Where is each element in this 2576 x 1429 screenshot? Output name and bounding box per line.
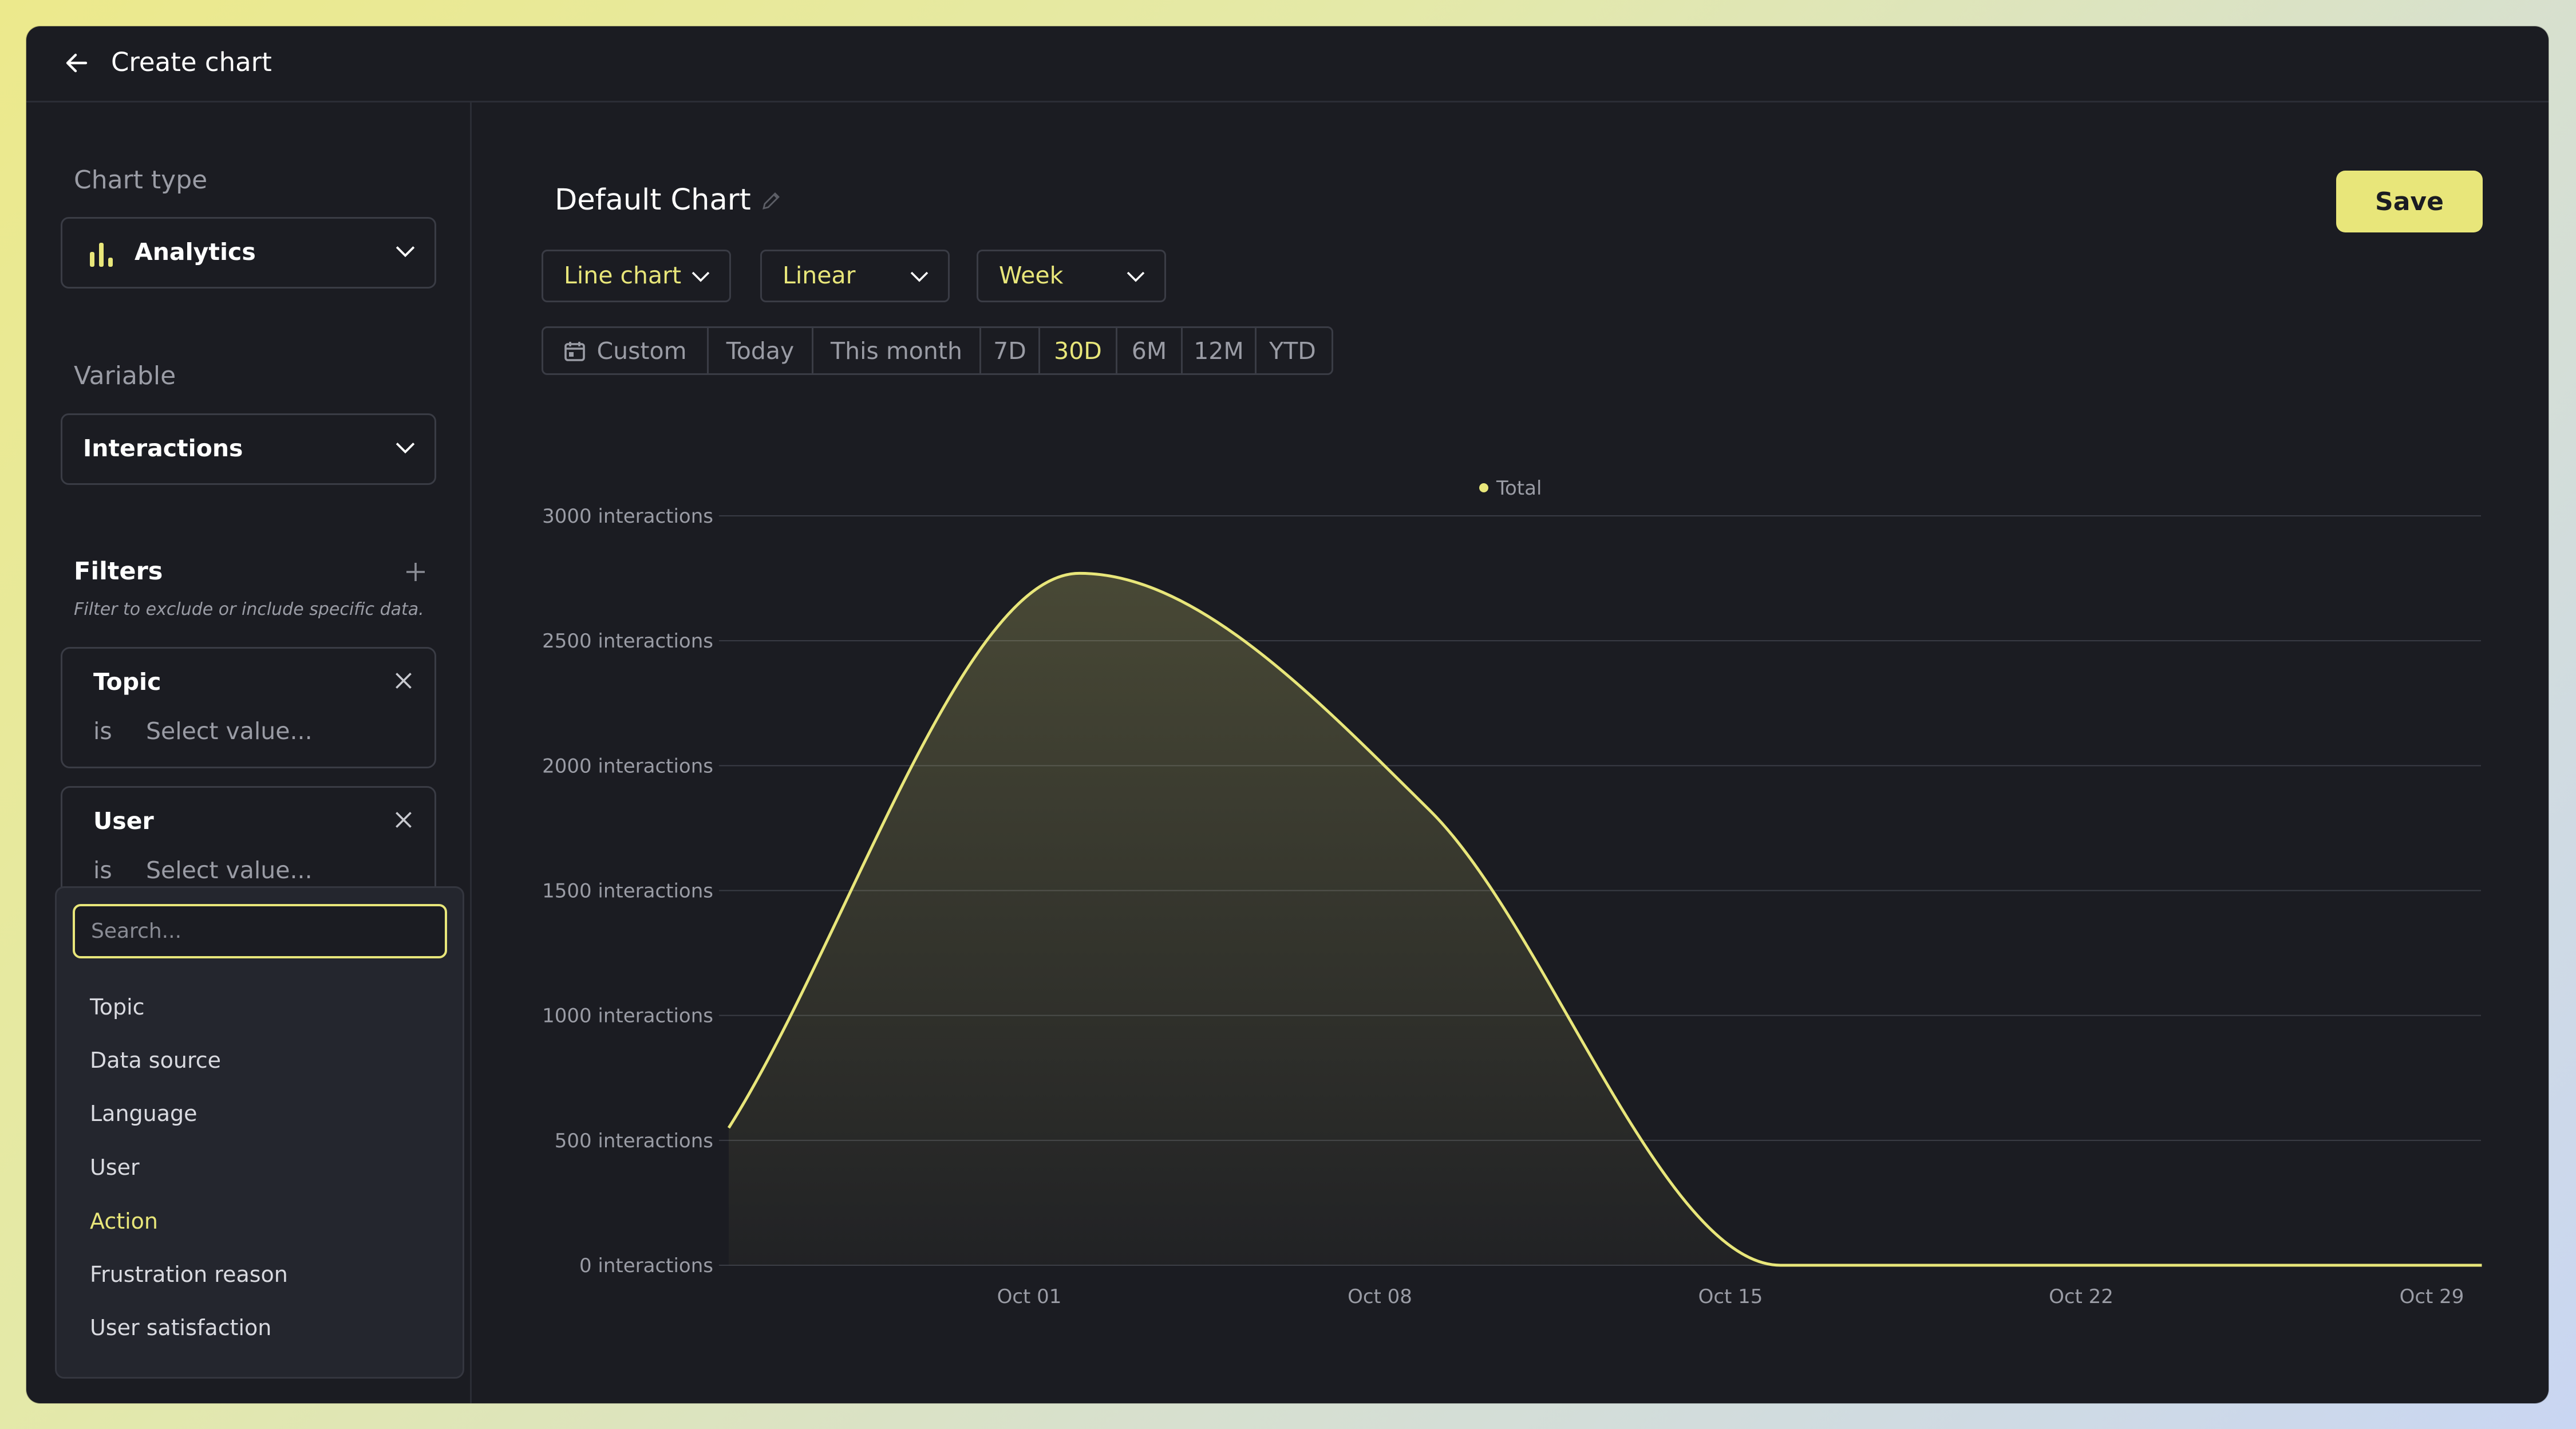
x-tick-label: Oct 15 [1698, 1285, 1763, 1308]
x-tick-label: Oct 29 [2400, 1285, 2464, 1308]
legend-label[interactable]: Total [1496, 477, 1542, 500]
y-tick-label: 500 interactions [555, 1130, 713, 1152]
app-window: Create chart Chart type Analytics Variab… [26, 26, 2549, 1403]
x-tick-label: Oct 08 [1348, 1285, 1412, 1308]
x-tick-label: Oct 01 [997, 1285, 1062, 1308]
y-tick-label: 2500 interactions [542, 630, 713, 653]
legend-dot [1479, 483, 1488, 492]
y-tick-label: 0 interactions [579, 1254, 713, 1277]
line-chart: 0 interactions 500 interactions 1000 inter… [542, 477, 2482, 1308]
y-tick-label: 1000 interactions [542, 1005, 713, 1028]
x-tick-label: Oct 22 [2049, 1285, 2113, 1308]
y-tick-label: 2000 interactions [542, 755, 713, 777]
y-tick-label: 1500 interactions [542, 880, 713, 903]
y-tick-label: 3000 interactions [542, 505, 713, 528]
series-area-total [729, 573, 2482, 1265]
